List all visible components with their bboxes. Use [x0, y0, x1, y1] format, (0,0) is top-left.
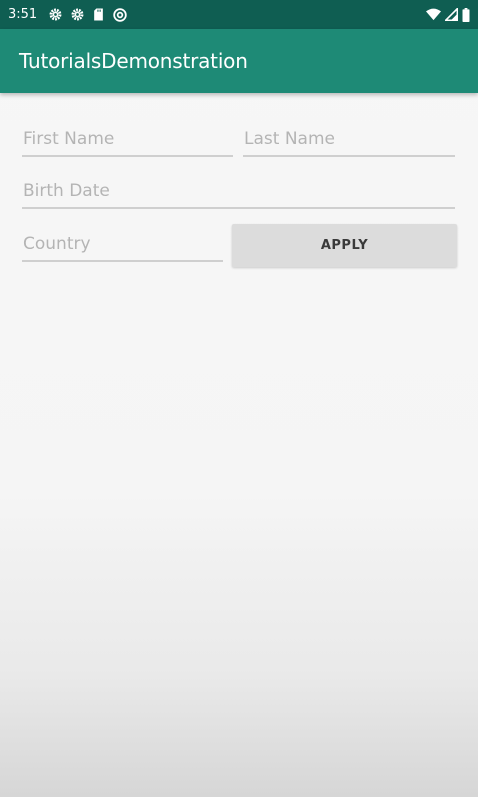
- gear-icon: [71, 8, 84, 21]
- app-bar: TutorialsDemonstration: [0, 29, 478, 93]
- wifi-icon: [426, 8, 441, 21]
- sd-card-icon: [93, 8, 104, 21]
- first-name-input[interactable]: [22, 128, 233, 157]
- status-time: 3:51: [8, 7, 38, 22]
- apply-button[interactable]: APPLY: [232, 224, 457, 267]
- gear-icon: [49, 8, 62, 21]
- signal-icon: [445, 8, 458, 21]
- birth-date-input[interactable]: [22, 180, 455, 209]
- country-input[interactable]: [22, 233, 223, 262]
- app-title: TutorialsDemonstration: [19, 49, 248, 73]
- status-system-icons: [426, 7, 470, 22]
- status-bar: 3:51: [0, 0, 478, 29]
- at-sign-icon: [113, 7, 127, 22]
- last-name-input[interactable]: [243, 128, 455, 157]
- app-screen: 3:51 TutorialsDemonstration First Name L…: [0, 0, 478, 797]
- status-notification-icons: [49, 7, 127, 22]
- battery-icon: [462, 7, 470, 22]
